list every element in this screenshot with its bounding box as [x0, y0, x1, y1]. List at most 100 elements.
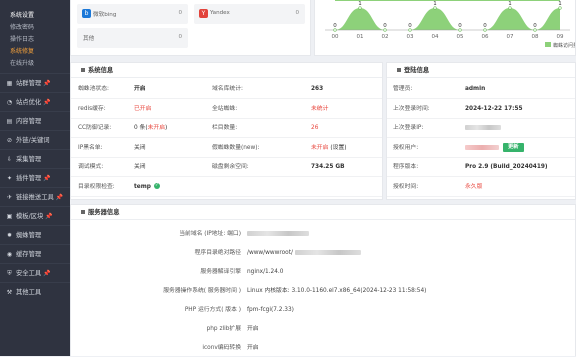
info-row: 目录权限检查: temp ✓: [71, 178, 382, 197]
sidebar-item-label: 链接推送工具: [16, 193, 54, 201]
x-tick-label: 05: [457, 34, 464, 40]
server-info-header: 服务器信息: [71, 205, 575, 220]
login-value-text: Pro 2.9 (Build_20240419): [465, 164, 548, 170]
sidebar-item[interactable]: ◉ 缓存管理: [0, 244, 70, 263]
x-tick-label: 08: [532, 34, 539, 40]
info-label: 磁盘剩余空间:: [212, 164, 249, 170]
info-label: 全站蜘蛛:: [212, 105, 238, 112]
info-value-suffix: ): [165, 125, 168, 131]
sidebar-item[interactable]: ⚒ 其他工具: [0, 282, 70, 301]
submenu-item[interactable]: 在线升级: [0, 58, 70, 70]
server-value: fpm-fcgi(7.2.33): [247, 301, 294, 319]
sidebar-item[interactable]: ◔ 站点优化 📌: [0, 92, 70, 111]
data-point: [383, 28, 387, 32]
send-icon: ✈: [6, 193, 13, 201]
info-value-text: 未开启: [311, 144, 329, 151]
submenu-item[interactable]: 系统修复: [0, 46, 70, 58]
info-value: 开启: [134, 80, 146, 99]
sidebar-item[interactable]: ⛨ 安全工具 📌: [0, 263, 70, 282]
sidebar-item[interactable]: ⊘ 外链/关键词: [0, 130, 70, 149]
data-label: 0: [383, 23, 387, 29]
info-value-text: 关闭: [134, 164, 146, 170]
info-row: 调试模式: 关闭 磁盘剩余空间: 734.25 GB: [71, 158, 382, 177]
section-icon: [81, 210, 85, 214]
check-icon: ✓: [153, 183, 160, 189]
data-point: [508, 6, 512, 10]
update-button[interactable]: 更新: [503, 142, 524, 152]
server-value: Linux 内核版本: 3.10.0-1160.el7.x86_64(2024-…: [247, 282, 426, 300]
info-label: 假蜘蛛数量(new):: [212, 144, 260, 151]
info-label: redis缓存:: [78, 105, 106, 112]
sidebar-item[interactable]: ✹ 蜘蛛管理: [0, 225, 70, 244]
data-label: 1: [358, 1, 362, 7]
submenu-item[interactable]: 修改密码: [0, 22, 70, 34]
server-value: 开启: [247, 320, 259, 338]
data-label: 0: [533, 23, 537, 29]
login-label: 授权用户:: [393, 144, 419, 151]
login-row: 上次登录时间: 2024-12-22 17:55: [387, 100, 575, 119]
data-label: 1: [508, 1, 512, 7]
legend-swatch: [545, 42, 551, 47]
info-row: 蜘蛛池状态: 开启 域名库统计: 263: [71, 80, 382, 99]
template-icon: ▣: [6, 212, 13, 220]
info-value: 关闭: [134, 158, 146, 177]
sidebar-item[interactable]: ✈ 链接推送工具 📌: [0, 187, 70, 206]
file-icon: ▤: [6, 117, 13, 125]
engine-card: b 微软bing 0: [77, 4, 188, 24]
data-label: 1: [433, 1, 437, 7]
legend-label: 蜘蛛访问量: [553, 42, 576, 49]
login-value: 永久版: [465, 178, 482, 197]
sidebar-submenu: 系统设置 修改密码 操作日志 系统修复 在线升级: [0, 0, 70, 70]
submenu-item[interactable]: 系统设置: [0, 10, 70, 22]
server-value-text: 开启: [247, 326, 259, 332]
system-info-panel: 系统信息 蜘蛛池状态: 开启 域名库统计: 263 redis缓存: 已开启 全站蜘蛛: 未统…: [70, 62, 383, 200]
redacted-user: [465, 144, 499, 150]
server-label: 服务器解译引擎: [200, 269, 241, 275]
spider-chart: 000101002003104005006107008109蜘蛛访问量: [325, 0, 576, 49]
engine-name: 微软bing: [93, 12, 117, 18]
data-label: 0: [333, 23, 337, 29]
data-point: [333, 28, 337, 32]
sidebar-item[interactable]: ▤ 内容管理: [0, 111, 70, 130]
data-point: [558, 6, 562, 10]
series-area: [335, 8, 560, 30]
info-value: temp ✓: [134, 178, 160, 197]
info-label: 栏目数量:: [212, 125, 238, 131]
engines-panel: b 微软bing 0 Y Yandex 0 其他 0: [70, 0, 311, 56]
info-value-link[interactable]: 未开启: [148, 125, 165, 131]
pin-icon: 📌: [55, 193, 64, 201]
login-label: 授权时间:: [393, 183, 419, 190]
server-value-text: 开启: [247, 345, 259, 351]
data-point: [533, 28, 537, 32]
info-value-link[interactable]: (设置): [330, 145, 346, 151]
sidebar-item[interactable]: ▦ 站群管理 📌: [0, 73, 70, 92]
sidebar-item-label: 采集管理: [16, 155, 42, 163]
data-point: [358, 6, 362, 10]
info-label: 调试模式:: [78, 164, 104, 170]
login-row: 授权时间: 永久版: [387, 178, 575, 197]
server-value: /www/wwwroot/: [247, 244, 361, 262]
info-value-text: 已开启: [134, 105, 152, 112]
info-value: 关闭: [134, 139, 146, 158]
server-value: [247, 225, 309, 243]
section-icon: [81, 68, 85, 72]
login-value-text: 2024-12-22 17:55: [465, 105, 523, 112]
server-value: 开启: [247, 339, 259, 357]
server-row: 服务器操作系统( 服务器时间 ) Linux 内核版本: 3.10.0-1160.…: [71, 282, 575, 300]
submenu-item[interactable]: 操作日志: [0, 34, 70, 46]
spider-icon: ✹: [6, 231, 13, 239]
pin-icon: 📌: [43, 269, 51, 277]
sidebar-item[interactable]: ▣ 模板/区块 📌: [0, 206, 70, 225]
sidebar-item[interactable]: ⇩ 采集管理: [0, 149, 70, 168]
sidebar-menu: ▦ 站群管理 📌 ◔ 站点优化 📌 ▤ 内容管理 ⊘ 外链/关键词 ⇩ 采集管理 ✦ 插件管理 📌 ✈ 链接推送…: [0, 73, 70, 301]
server-label: 当前域名 (IP地址: 端口): [179, 231, 241, 237]
sidebar-item[interactable]: ✦ 插件管理 📌: [0, 168, 70, 187]
engine-count: 0: [178, 10, 182, 16]
login-value-text: 永久版: [465, 183, 483, 190]
x-tick-label: 06: [482, 34, 489, 40]
chart-icon: ◔: [6, 98, 13, 106]
info-value-text: temp: [134, 183, 151, 190]
bing-icon: b: [82, 9, 91, 18]
x-tick-label: 03: [407, 34, 414, 40]
plugin-icon: ✦: [6, 174, 13, 182]
